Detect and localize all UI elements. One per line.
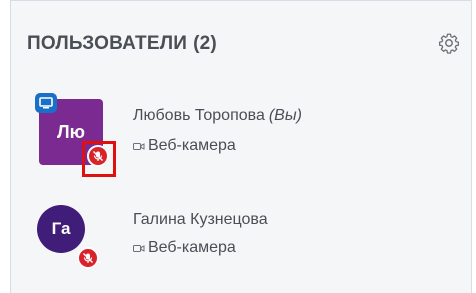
user-item-2[interactable]: Га Галина Кузнецова Веб-камера [31,197,451,277]
you-label: (Вы) [268,107,302,124]
device-label: Веб-камера [148,137,236,154]
settings-button[interactable] [435,29,463,57]
camera-icon [133,244,145,253]
mic-muted-icon[interactable] [77,247,99,269]
avatar-initials: Га [51,219,71,238]
user-name-text: Галина Кузнецова [133,211,268,228]
user-device: Веб-камера [133,137,236,155]
highlight-box [82,141,116,177]
avatar: Га [37,205,85,253]
camera-icon [133,142,145,151]
users-panel-header: ПОЛЬЗОВАТЕЛИ (2) [27,31,217,57]
presenter-icon [35,93,57,113]
users-panel: ПОЛЬЗОВАТЕЛИ (2) Лю Любовь Торопова (Вы)… [10,0,472,293]
user-name-text: Любовь Торопова [133,107,265,124]
panel-title: ПОЛЬЗОВАТЕЛИ [27,33,188,54]
gear-icon [439,33,459,54]
user-name: Галина Кузнецова [133,211,268,229]
user-item-1[interactable]: Лю Любовь Торопова (Вы) Веб-камера [31,93,451,177]
user-device: Веб-камера [133,239,236,257]
device-label: Веб-камера [148,239,236,256]
avatar-initials: Лю [56,121,85,142]
user-name: Любовь Торопова (Вы) [133,107,302,125]
users-count: (2) [193,33,217,54]
